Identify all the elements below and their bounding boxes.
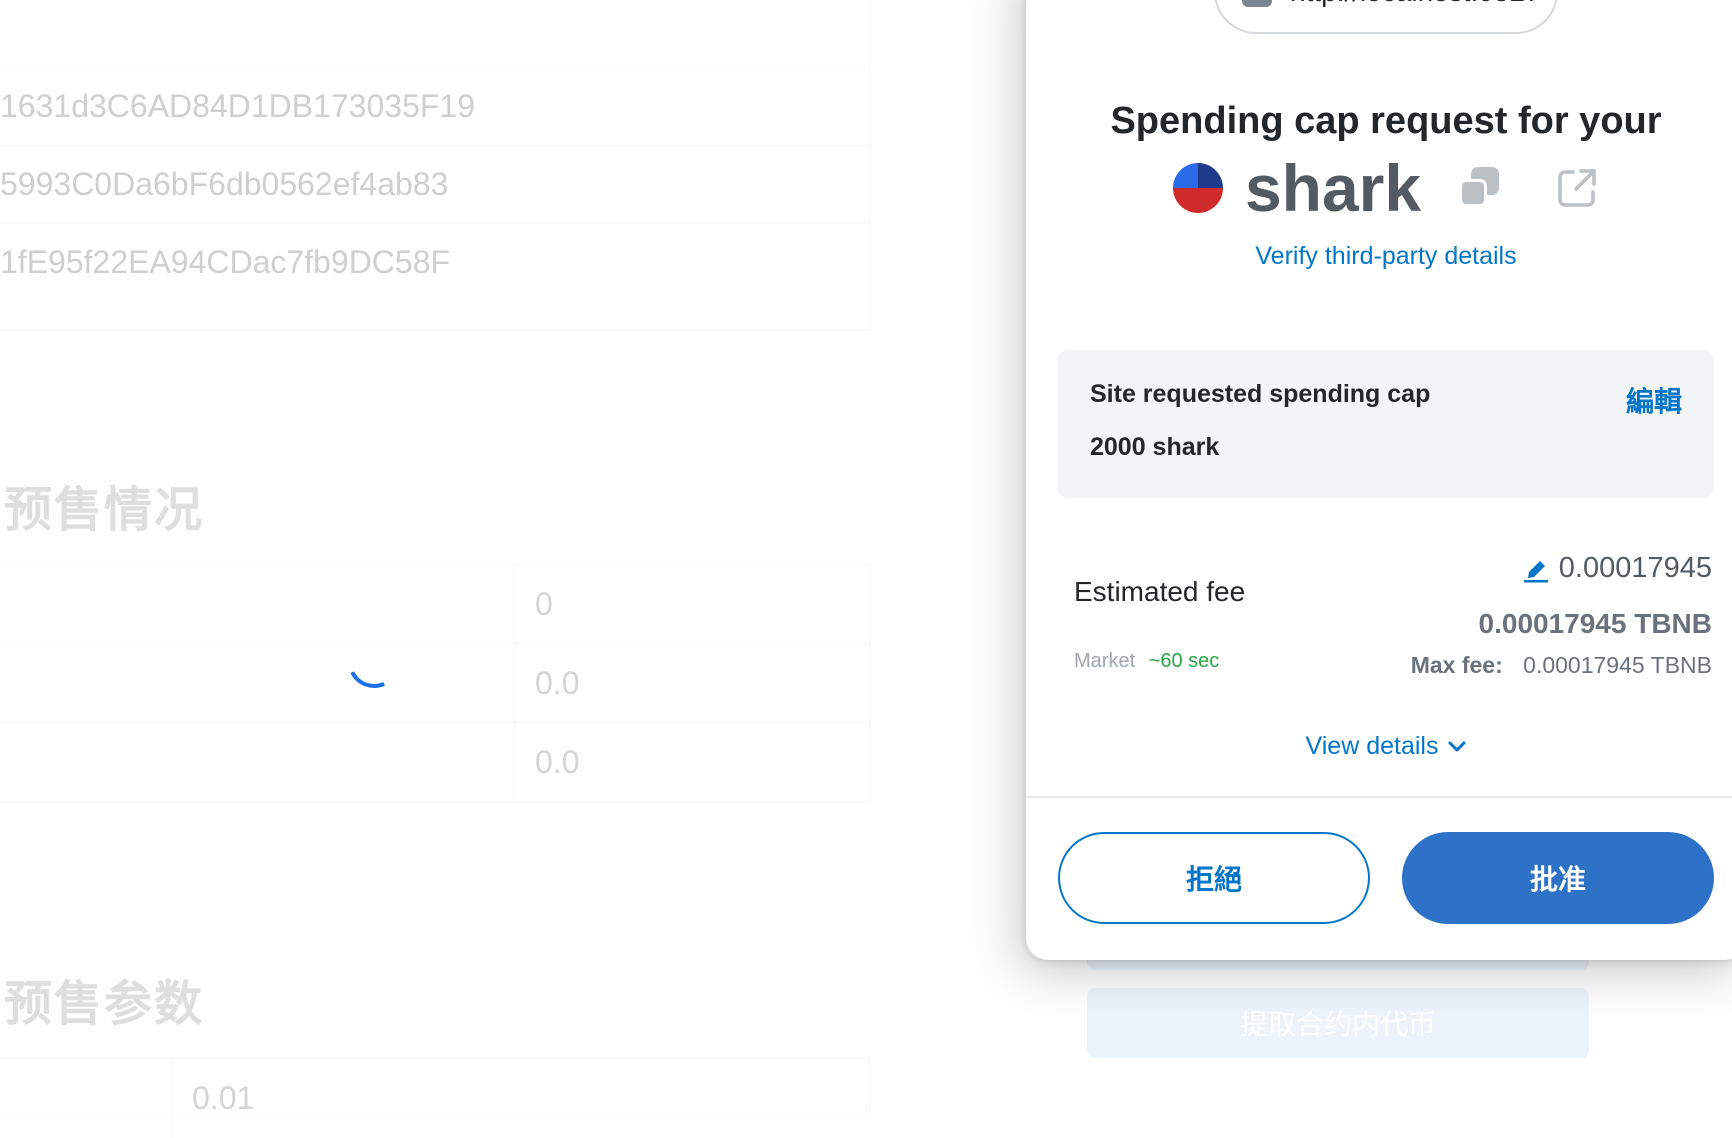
address-card: 1631d3C6AD84D1DB173035F19 5993C0Da6bF6db… [0, 0, 870, 330]
fee-market-info: Market ~60 sec [1074, 650, 1219, 673]
copy-icon[interactable] [1459, 167, 1501, 209]
table-cell-value: 0 [535, 585, 553, 622]
wallet-approval-popup: http://localhost:9527 Spending cap reque… [1026, 0, 1732, 960]
popup-title: Spending cap request for your [1110, 100, 1662, 142]
view-details-label: View details [1305, 732, 1439, 760]
address-card-header [0, 0, 869, 67]
table-cell-value: 0.0 [535, 744, 580, 780]
view-details-link[interactable]: View details [1026, 732, 1732, 761]
max-fee-row: Max fee: 0.00017945 TBNB [1411, 652, 1712, 679]
market-label: Market [1074, 650, 1136, 672]
fee-primary-row: 0.00017945 [1523, 552, 1712, 585]
fee-primary-amount: 0.00017945 [1558, 552, 1712, 584]
address-text: 5993C0Da6bF6db0562ef4ab83 [0, 166, 449, 202]
token-row: shark [1026, 148, 1732, 228]
table-cell-value: 0.0 [535, 664, 580, 701]
presale-status-table: 0 0.0 0.0 [0, 564, 870, 803]
address-text: 1fE95f22EA94CDac7fb9DC58F [0, 244, 451, 280]
verify-third-party-link[interactable]: Verify third-party details [1026, 242, 1732, 271]
site-favicon-icon [1242, 0, 1272, 7]
spending-cap-value: 2000 shark [1090, 433, 1220, 461]
address-row: 1631d3C6AD84D1DB173035F19 [0, 67, 869, 145]
approve-button[interactable]: 批准 [1402, 832, 1714, 924]
footer-divider [1026, 796, 1732, 798]
reject-button[interactable]: 拒絕 [1058, 832, 1370, 924]
presale-status-title: 预售情况 [4, 482, 205, 538]
address-text: 1631d3C6AD84D1DB173035F19 [0, 88, 476, 124]
site-origin-pill: http://localhost:9527 [1214, 0, 1558, 34]
presale-params-table: 0.01 [0, 1058, 870, 1138]
table-row: 0.01 [0, 1059, 869, 1138]
market-time: ~60 sec [1148, 650, 1220, 672]
max-fee-label: Max fee: [1410, 652, 1503, 678]
spending-cap-label: Site requested spending cap [1090, 380, 1431, 408]
spending-cap-box: Site requested spending cap 編輯 2000 shar… [1058, 350, 1714, 498]
site-origin-url: http://localhost:9527 [1290, 0, 1541, 8]
max-fee-value: 0.00017945 TBNB [1523, 652, 1712, 678]
address-row: 1fE95f22EA94CDac7fb9DC58F [0, 223, 869, 301]
fee-total-amount: 0.00017945 TBNB [1478, 608, 1712, 639]
edit-spending-cap-button[interactable]: 編輯 [1626, 380, 1682, 420]
token-symbol: shark [1244, 151, 1422, 225]
table-row: 0.0 [0, 723, 869, 802]
table-row: 0 [0, 565, 869, 644]
external-link-icon[interactable] [1555, 166, 1599, 210]
token-logo-icon [1172, 163, 1223, 213]
edit-gas-icon[interactable] [1523, 555, 1549, 583]
table-row: 0.0 [0, 644, 869, 723]
withdraw-tokens-button[interactable]: 提取合约内代币 [1087, 988, 1589, 1058]
presale-params-title: 预售参数 [4, 976, 205, 1032]
estimated-fee-label: Estimated fee [1074, 576, 1246, 607]
chevron-down-icon [1448, 741, 1466, 751]
address-row: 5993C0Da6bF6db0562ef4ab83 [0, 145, 869, 223]
table-cell-value: 0.01 [192, 1080, 255, 1116]
